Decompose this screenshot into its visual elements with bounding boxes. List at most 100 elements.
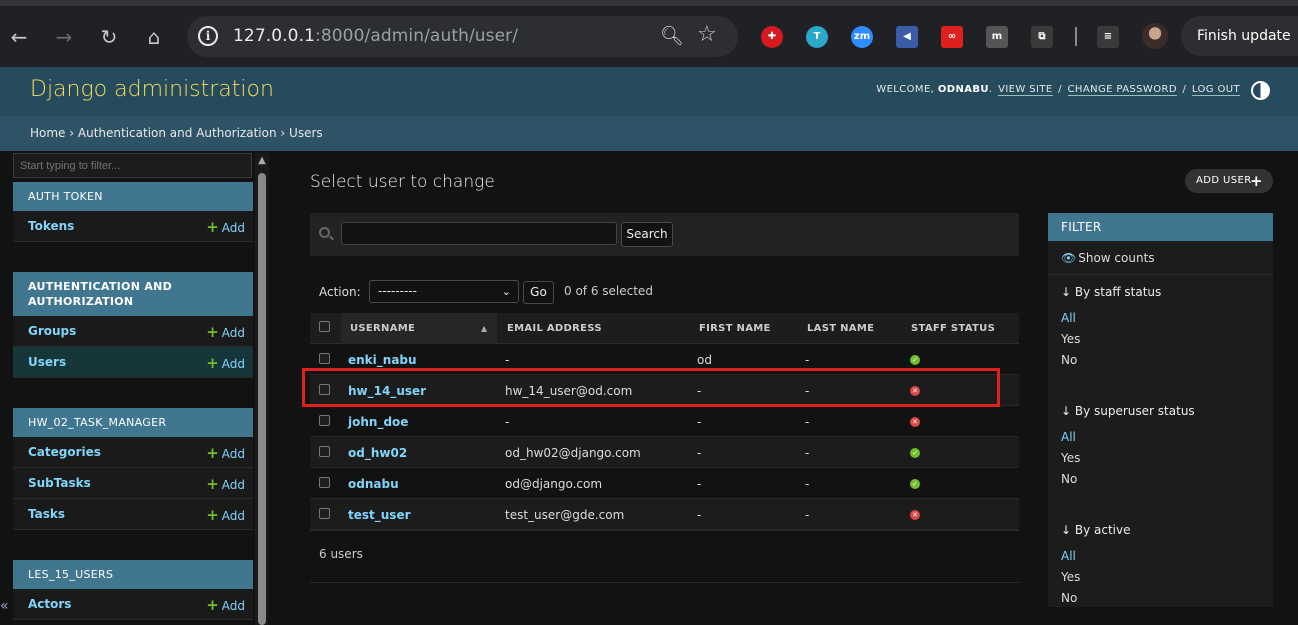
filter-option[interactable]: No [1061,472,1260,493]
model-link[interactable]: Tasks [28,507,65,521]
check-circle-icon: ✓ [910,448,920,458]
sidebar-item-users[interactable]: Users + Add [13,347,253,378]
model-link[interactable]: Groups [28,324,76,338]
infinity-icon[interactable]: ∞ [941,26,963,48]
m-extension-icon[interactable]: m [986,26,1008,48]
collapse-sidebar-icon[interactable]: « [0,598,9,614]
view-site-link[interactable]: VIEW SITE [998,84,1053,96]
first-name-cell: - [697,446,702,460]
filter-group-title[interactable]: ↓ By active [1061,523,1260,537]
add-model-link[interactable]: + Add [206,218,245,236]
module-title[interactable]: LES_15_USERS [13,560,253,589]
last-name-cell: - [805,415,810,429]
username-link[interactable]: enki_nabu [348,353,417,367]
finish-update-button[interactable]: Finish update [1181,16,1298,56]
module-title[interactable]: HW_02_TASK_MANAGER [13,408,253,437]
breadcrumb-current: Users [289,126,323,140]
filter-option[interactable]: All [1061,311,1260,332]
go-button[interactable]: Go [523,281,554,304]
filter-option[interactable]: All [1061,549,1260,570]
site-branding[interactable]: Django administration [30,77,274,102]
change-password-link[interactable]: CHANGE PASSWORD [1067,84,1177,96]
select-all-checkbox[interactable] [319,321,330,332]
row-checkbox[interactable] [319,415,330,426]
row-checkbox[interactable] [319,508,330,519]
back-icon[interactable]: ← [6,24,32,50]
address-bar[interactable]: i 127.0.0.1:8000/admin/auth/user/ 🔍︎ ☆ [187,16,738,57]
sidebar-item-groups[interactable]: Groups + Add [13,316,253,347]
forward-icon[interactable]: → [51,24,77,50]
sidebar-scroll-thumb[interactable] [258,173,266,625]
add-model-link[interactable]: + Add [206,323,245,341]
row-checkbox[interactable] [319,353,330,364]
sort-ascending-icon[interactable]: ▲ [481,324,487,333]
column-header-first-name[interactable]: FIRST NAME [699,323,771,334]
email-cell: test_user@gde.com [505,508,625,522]
model-link[interactable]: Users [28,355,66,369]
filter-group-title[interactable]: ↓ By staff status [1061,285,1260,299]
url-text[interactable]: 127.0.0.1:8000/admin/auth/user/ [233,26,518,46]
breadcrumb-home[interactable]: Home [30,126,65,140]
add-model-link[interactable]: + Add [206,444,245,462]
sidebar-item-tasks[interactable]: Tasks + Add [13,499,253,530]
filter-option[interactable]: Yes [1061,451,1260,472]
username-link[interactable]: odnabu [348,477,399,491]
model-link[interactable]: Tokens [28,219,74,233]
model-link[interactable]: SubTasks [28,476,91,490]
sidebar-item-categories[interactable]: Categories + Add [13,437,253,468]
column-header-staff-status[interactable]: STAFF STATUS [911,323,995,334]
column-header-last-name[interactable]: LAST NAME [807,323,874,334]
table-row[interactable]: john_doe - - - ✕ [310,406,1019,437]
filter-option[interactable]: No [1061,353,1260,374]
zoom-icon[interactable]: zm [851,26,873,48]
add-model-link[interactable]: + Add [206,596,245,614]
row-checkbox[interactable] [319,477,330,488]
column-header-username[interactable]: USERNAME [350,323,415,334]
model-link[interactable]: Categories [28,445,101,459]
sidebar-filter-input[interactable] [13,153,252,178]
media-queue-icon[interactable]: ≡ [1097,26,1119,48]
log-out-link[interactable]: LOG OUT [1191,84,1240,96]
action-select[interactable]: --------- ⌄ [369,280,519,303]
filter-option[interactable]: No [1061,591,1260,612]
filter-option[interactable]: Yes [1061,332,1260,353]
color-wheel-icon[interactable]: T [806,26,828,48]
username-link[interactable]: john_doe [348,415,408,429]
model-link[interactable]: Actors [28,597,71,611]
filter-group-title[interactable]: ↓ By superuser status [1061,404,1260,418]
site-info-icon[interactable]: i [198,26,218,46]
filter-option[interactable]: Yes [1061,570,1260,591]
show-counts-link[interactable]: 👁︎ Show counts [1048,241,1273,275]
module-title[interactable]: AUTHENTICATION AND AUTHORIZATION [13,272,253,316]
search-input[interactable] [341,222,617,245]
profile-avatar[interactable] [1142,23,1168,49]
add-user-button[interactable]: ADD USER + [1185,169,1273,193]
home-icon[interactable]: ⌂ [141,24,167,50]
table-row[interactable]: test_user test_user@gde.com - - ✕ [310,499,1019,530]
username-link[interactable]: od_hw02 [348,446,407,460]
mendeley-icon[interactable]: ✚ [761,26,783,48]
search-button[interactable]: Search [621,222,673,247]
scroll-up-arrow-icon[interactable]: ▲ [255,155,269,166]
filter-option[interactable]: All [1061,430,1260,451]
table-row[interactable]: odnabu od@django.com - - ✓ [310,468,1019,499]
theme-toggle-icon[interactable] [1251,81,1270,100]
username-link[interactable]: test_user [348,508,411,522]
bookmark-star-icon[interactable]: ☆ [697,22,717,47]
add-model-link[interactable]: + Add [206,475,245,493]
puzzle-icon[interactable]: ⧉ [1031,26,1053,48]
add-model-link[interactable]: + Add [206,354,245,372]
module-title[interactable]: AUTH TOKEN [13,182,253,211]
add-model-link[interactable]: + Add [206,506,245,524]
zoom-icon[interactable]: 🔍︎ [660,24,684,47]
megaphone-icon[interactable]: ◀ [896,26,918,48]
sidebar-item-subtasks[interactable]: SubTasks + Add [13,468,253,499]
breadcrumb-app[interactable]: Authentication and Authorization [78,126,277,140]
row-checkbox[interactable] [319,446,330,457]
table-row[interactable]: od_hw02 od_hw02@django.com - - ✓ [310,437,1019,468]
sidebar-item-tokens[interactable]: Tokens + Add [13,211,253,242]
reload-icon[interactable]: ↻ [96,24,122,50]
filter-group: ↓ By staff status All Yes No [1048,275,1273,374]
sidebar-item-actors[interactable]: Actors + Add [13,589,253,620]
column-header-email[interactable]: EMAIL ADDRESS [507,323,602,334]
